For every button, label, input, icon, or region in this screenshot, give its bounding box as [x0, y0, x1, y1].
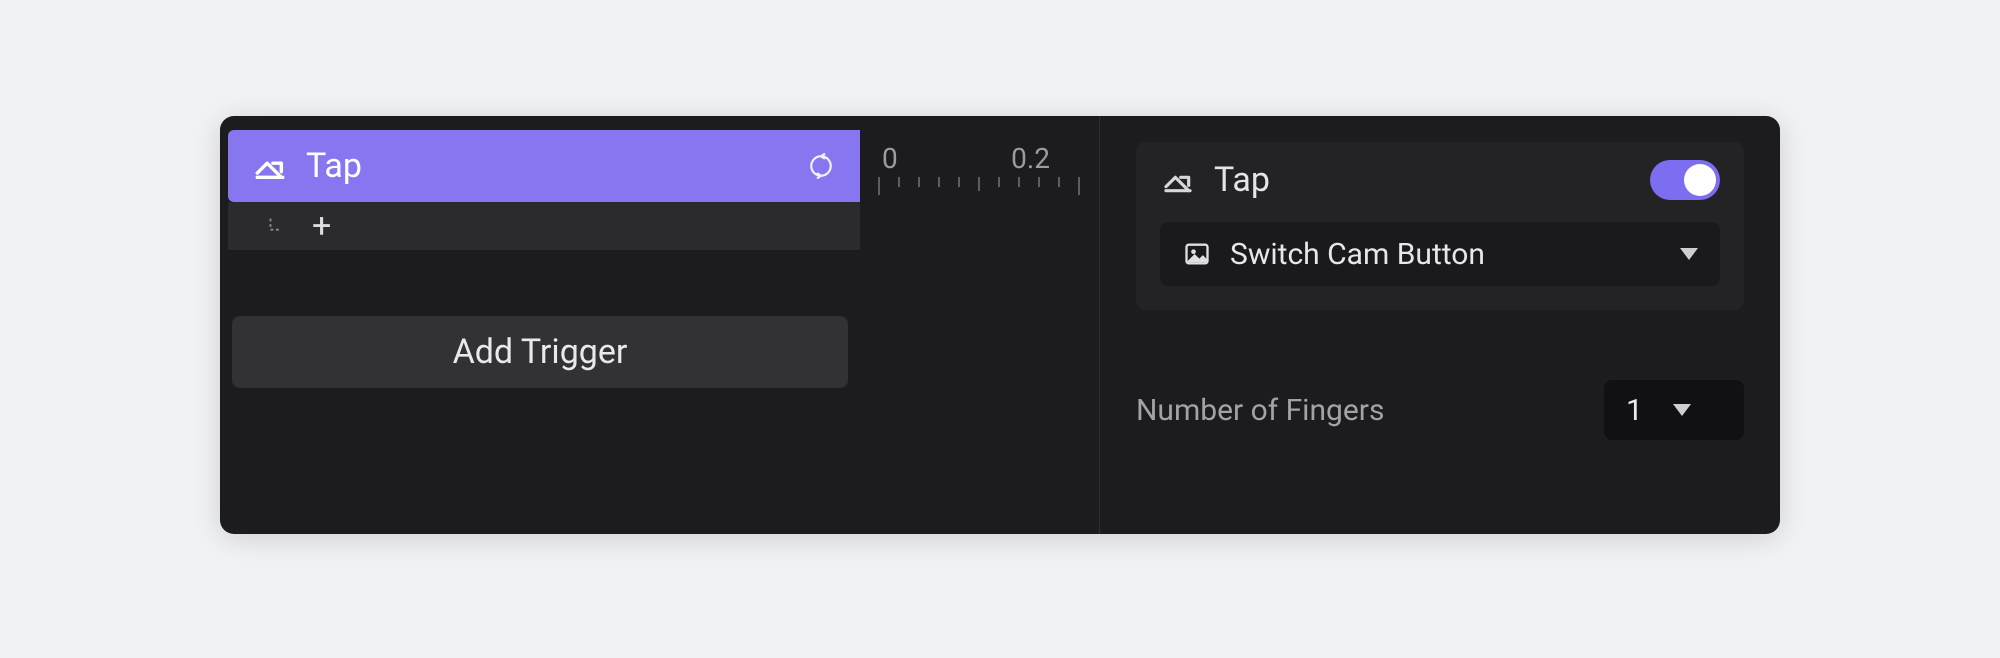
target-select[interactable]: Switch Cam Button [1160, 222, 1720, 286]
inspector-card: Tap Switch Cam Button [1136, 142, 1744, 310]
chevron-down-icon [1673, 404, 1691, 416]
add-trigger-label: Add Trigger [453, 332, 628, 372]
fingers-value: 1 [1626, 393, 1643, 428]
tap-gesture-icon [1160, 162, 1196, 198]
ruler-ticks[interactable] [878, 177, 1078, 201]
fingers-select[interactable]: 1 [1604, 380, 1744, 440]
image-icon [1182, 239, 1212, 269]
ruler-labels: 0 0.2 [860, 142, 1060, 177]
target-label: Switch Cam Button [1230, 237, 1485, 272]
chevron-down-icon [1680, 248, 1698, 260]
ruler-tick-label: 0.2 [1011, 142, 1050, 175]
inspector-column: Tap Switch Cam Button [1100, 116, 1780, 534]
trigger-row-tap[interactable]: Tap [228, 130, 860, 202]
trigger-list-column: Tap + Add Trigger [220, 116, 860, 534]
ruler-tick-label: 0 [882, 142, 898, 175]
trigger-panel: Tap + Add Trigger 0 0 [220, 116, 1780, 534]
fingers-label: Number of Fingers [1136, 393, 1384, 428]
child-indent-icon [262, 212, 290, 240]
fingers-row: Number of Fingers 1 [1136, 380, 1744, 440]
timeline-column: 0 0.2 [860, 116, 1100, 534]
inspector-header: Tap [1160, 160, 1720, 200]
trigger-child-row[interactable]: + [228, 202, 860, 250]
loop-icon[interactable] [806, 151, 836, 181]
add-trigger-button[interactable]: Add Trigger [232, 316, 848, 388]
trigger-label: Tap [306, 146, 362, 186]
plus-icon: + [312, 209, 331, 243]
enabled-toggle[interactable] [1650, 160, 1720, 200]
inspector-title: Tap [1214, 160, 1270, 200]
tap-gesture-icon [252, 148, 288, 184]
